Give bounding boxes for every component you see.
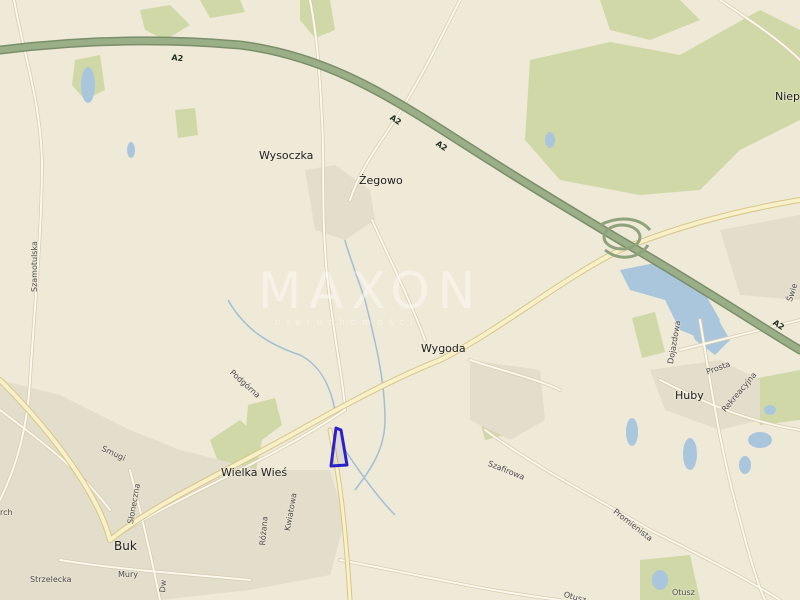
watermark-subtitle: nieruchomości [275,318,419,328]
street-label-szamotulska: Szamotulska [30,241,39,292]
place-label-huby: Huby [675,389,704,402]
place-label-niep: Niep [775,90,800,103]
street-label-dw: Dw [158,579,169,593]
map-view[interactable]: MAXON nieruchomości A2 A2 A2 A2 Wysoczka… [0,0,800,600]
place-label-wielka-wies: Wielka Wieś [221,466,288,479]
street-label-otusz: Otusz [672,588,695,597]
place-label-zegowo: Żegowo [359,174,403,187]
place-label-wygoda: Wygoda [421,342,466,355]
road-number-label: A2 [171,53,184,64]
place-label-wysoczka: Wysoczka [259,149,314,162]
property-outline-marker[interactable] [329,426,349,468]
street-label-strzelecka: Strzelecka [30,575,72,584]
street-label-rch: rch [0,508,13,517]
watermark-logo: MAXON [258,262,484,320]
street-label-mury: Mury [118,570,138,579]
place-label-buk: Buk [114,539,137,553]
